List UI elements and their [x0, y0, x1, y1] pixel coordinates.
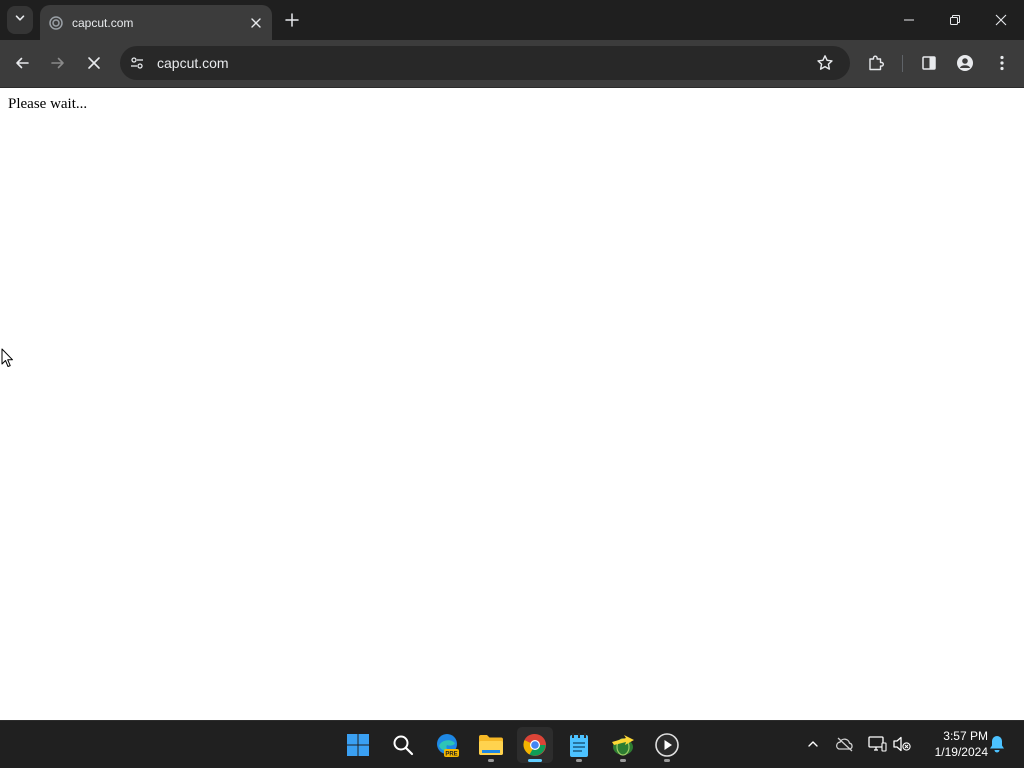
chevron-down-icon [14, 11, 26, 29]
forward-arrow-icon [51, 57, 64, 69]
restore-icon [950, 15, 960, 25]
taskbar-notepad[interactable] [561, 727, 597, 763]
tab-close-button[interactable] [246, 13, 266, 33]
loading-spinner-icon [48, 15, 64, 31]
menu-button[interactable] [987, 48, 1017, 78]
side-panel-button[interactable] [914, 48, 944, 78]
restore-button[interactable] [932, 0, 978, 40]
running-indicator [576, 759, 582, 762]
taskbar: PRE 3:57 PM 1/19/2024 [0, 720, 1024, 768]
close-window-button[interactable] [978, 0, 1024, 40]
chrome-icon [523, 733, 546, 756]
minimize-icon [904, 19, 914, 21]
search-icon [393, 735, 414, 756]
toolbar-divider [902, 55, 903, 72]
forward-button[interactable] [43, 48, 73, 78]
taskbar-chrome[interactable] [517, 727, 553, 763]
running-indicator [664, 759, 670, 762]
tab-strip: capcut.com [0, 0, 1024, 40]
active-indicator [528, 759, 542, 762]
kebab-menu-icon [1000, 55, 1004, 71]
page-content: Please wait... [0, 88, 1024, 720]
mouse-cursor-icon [1, 348, 15, 373]
running-indicator [488, 759, 494, 762]
new-tab-button[interactable] [280, 8, 304, 32]
network-icon [868, 736, 887, 752]
stop-loading-button[interactable] [79, 48, 109, 78]
edge-icon: PRE [437, 734, 459, 758]
notification-bell-icon [990, 736, 1004, 753]
close-icon [251, 17, 261, 28]
taskbar-edge-pre[interactable]: PRE [429, 727, 465, 763]
volume-muted-icon [893, 736, 911, 752]
browser-window: capcut.com capcut.com Please wait... [0, 0, 1024, 720]
stop-loading-icon [88, 57, 100, 69]
site-info-button[interactable] [124, 50, 150, 76]
tab-active[interactable]: capcut.com [40, 5, 272, 40]
puzzle-icon [869, 55, 884, 71]
address-bar[interactable]: capcut.com [120, 46, 850, 80]
running-indicator [620, 759, 626, 762]
plus-icon [285, 13, 299, 27]
windows-logo-icon [347, 734, 369, 756]
star-icon [817, 55, 833, 70]
close-icon [995, 14, 1007, 26]
url-text[interactable]: capcut.com [157, 55, 810, 71]
side-panel-icon [922, 56, 936, 70]
taskbar-clock[interactable]: 3:57 PM 1/19/2024 [918, 728, 988, 760]
taskbar-file-explorer[interactable] [473, 727, 509, 763]
minimize-button[interactable] [886, 0, 932, 40]
onedrive-offline-icon [836, 737, 853, 752]
profile-icon [957, 55, 973, 71]
back-arrow-icon [16, 57, 29, 69]
show-hidden-icons-button[interactable] [802, 733, 824, 755]
profile-button[interactable] [950, 48, 980, 78]
taskbar-search-button[interactable] [385, 727, 421, 763]
back-button[interactable] [7, 48, 37, 78]
notepad-icon [570, 733, 588, 757]
svg-text:PRE: PRE [445, 752, 457, 758]
chevron-up-icon [808, 741, 818, 747]
globe-arrow-icon [612, 735, 634, 756]
taskbar-network-app[interactable] [605, 727, 641, 763]
taskbar-media-player[interactable] [649, 727, 685, 763]
clock-date: 1/19/2024 [934, 745, 988, 759]
notifications-button[interactable] [986, 733, 1008, 755]
folder-icon [479, 735, 503, 755]
network-button[interactable] [866, 733, 888, 755]
volume-button[interactable] [891, 733, 913, 755]
play-icon [655, 733, 679, 757]
tab-title: capcut.com [72, 15, 134, 30]
browser-toolbar: capcut.com [0, 40, 1024, 88]
extensions-button[interactable] [861, 48, 891, 78]
start-button[interactable] [340, 727, 376, 763]
loading-message: Please wait... [8, 96, 88, 112]
tune-icon [131, 57, 143, 69]
tab-search-button[interactable] [7, 6, 33, 34]
onedrive-button[interactable] [834, 733, 856, 755]
clock-time: 3:57 PM [943, 729, 988, 743]
bookmark-button[interactable] [810, 48, 840, 78]
